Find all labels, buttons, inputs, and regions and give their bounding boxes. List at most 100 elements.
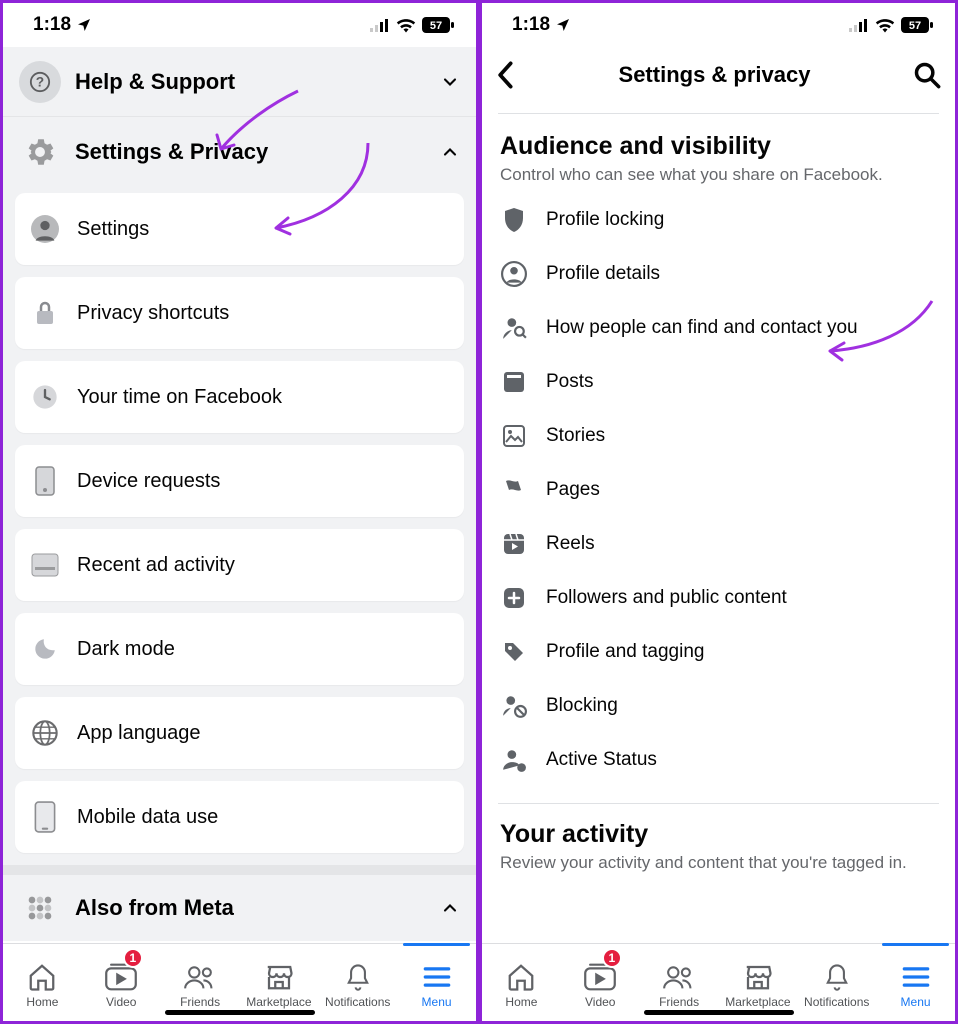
settings-label: Settings [77,218,149,241]
dark-mode-item[interactable]: Dark mode [15,613,464,685]
item-label: Blocking [546,695,618,717]
tab-video[interactable]: 1Video [561,944,640,1021]
stories-item[interactable]: Stories [500,409,937,463]
device-requests-item[interactable]: Device requests [15,445,464,517]
friends-icon [663,961,695,993]
status-bar: 1:18 57 [3,3,476,47]
tab-label: Home [26,995,58,1009]
home-icon [505,961,537,993]
pages-item[interactable]: Pages [500,463,937,517]
status-icon [500,746,528,774]
find-contact-item[interactable]: How people can find and contact you [500,301,937,355]
tab-menu[interactable]: Menu [876,944,955,1021]
globe-icon [29,717,61,749]
search-button[interactable] [913,61,941,89]
item-label: Active Status [546,749,657,771]
home-icon [26,961,58,993]
plus-square-icon [500,584,528,612]
help-support-row[interactable]: ? Help & Support [3,47,476,117]
followers-item[interactable]: Followers and public content [500,571,937,625]
section-title: Your activity [500,820,937,849]
also-from-meta-label: Also from Meta [75,895,426,921]
device-requests-label: Device requests [77,470,220,493]
item-label: Pages [546,479,600,501]
person-search-icon [500,314,528,342]
bell-icon [342,961,374,993]
tab-home[interactable]: Home [482,944,561,1021]
battery-icon: 57 [901,17,933,33]
item-label: Reels [546,533,595,555]
tab-home[interactable]: Home [3,944,82,1021]
tab-label: Home [505,995,537,1009]
also-from-meta-row[interactable]: Also from Meta [3,865,476,941]
app-language-label: App language [77,722,200,745]
help-support-label: Help & Support [75,69,426,95]
recent-ad-item[interactable]: Recent ad activity [15,529,464,601]
marketplace-icon [742,961,774,993]
flag-icon [500,476,528,504]
stories-icon [500,422,528,450]
status-time: 1:18 [33,14,71,36]
posts-item[interactable]: Posts [500,355,937,409]
marketplace-icon [263,961,295,993]
avatar-icon [500,260,528,288]
your-time-item[interactable]: Your time on Facebook [15,361,464,433]
reels-icon [500,530,528,558]
tab-label: Notifications [804,995,869,1009]
location-icon [76,17,92,33]
mobile-data-item[interactable]: Mobile data use [15,781,464,853]
chevron-down-icon [440,72,460,92]
privacy-shortcuts-item[interactable]: Privacy shortcuts [15,277,464,349]
profile-details-item[interactable]: Profile details [500,247,937,301]
item-label: Profile locking [546,209,664,231]
menu-icon [421,961,453,993]
tab-menu[interactable]: Menu [397,944,476,1021]
tab-label: Menu [901,995,931,1009]
tab-label: Marketplace [725,995,790,1009]
lock-icon [29,297,61,329]
privacy-shortcuts-label: Privacy shortcuts [77,302,229,325]
settings-privacy-label: Settings & Privacy [75,139,426,165]
clock-icon [29,381,61,413]
your-activity-section: Your activity Review your activity and c… [482,804,955,881]
avatar-icon [29,213,61,245]
app-language-item[interactable]: App language [15,697,464,769]
settings-privacy-row[interactable]: Settings & Privacy [3,117,476,187]
tab-notifications[interactable]: Notifications [318,944,397,1021]
svg-text:?: ? [36,74,44,89]
section-subtitle: Review your activity and content that yo… [500,853,937,873]
item-label: How people can find and contact you [546,317,858,339]
phone-right: 1:18 57 Settings & privacy Audience and … [479,0,958,1024]
ad-icon [29,549,61,581]
settings-item[interactable]: Settings [15,193,464,265]
tab-label: Video [106,995,136,1009]
phone-left: 1:18 57 ? Help & Support Settings & Priv… [0,0,479,1024]
page-title: Settings & privacy [619,62,811,88]
item-label: Followers and public content [546,587,787,609]
tab-video[interactable]: 1 Video [82,944,161,1021]
friends-icon [184,961,216,993]
badge: 1 [123,948,143,968]
section-title: Audience and visibility [500,132,937,161]
item-label: Posts [546,371,594,393]
active-status-item[interactable]: Active Status [500,733,937,787]
tab-label: Friends [659,995,699,1009]
profile-tagging-item[interactable]: Profile and tagging [500,625,937,679]
audience-section: Audience and visibility Control who can … [482,114,955,787]
section-subtitle: Control who can see what you share on Fa… [500,165,937,185]
tab-label: Notifications [325,995,390,1009]
bell-icon [821,961,853,993]
device-icon [29,465,61,497]
gear-icon [19,131,61,173]
tab-label: Marketplace [246,995,311,1009]
phone-icon [29,801,61,833]
blocking-item[interactable]: Blocking [500,679,937,733]
page-header: Settings & privacy [482,47,955,103]
svg-text:57: 57 [909,20,921,32]
item-label: Profile and tagging [546,641,704,663]
reels-item[interactable]: Reels [500,517,937,571]
profile-locking-item[interactable]: Profile locking [500,193,937,247]
tab-notifications[interactable]: Notifications [797,944,876,1021]
back-button[interactable] [496,61,516,89]
item-label: Stories [546,425,605,447]
